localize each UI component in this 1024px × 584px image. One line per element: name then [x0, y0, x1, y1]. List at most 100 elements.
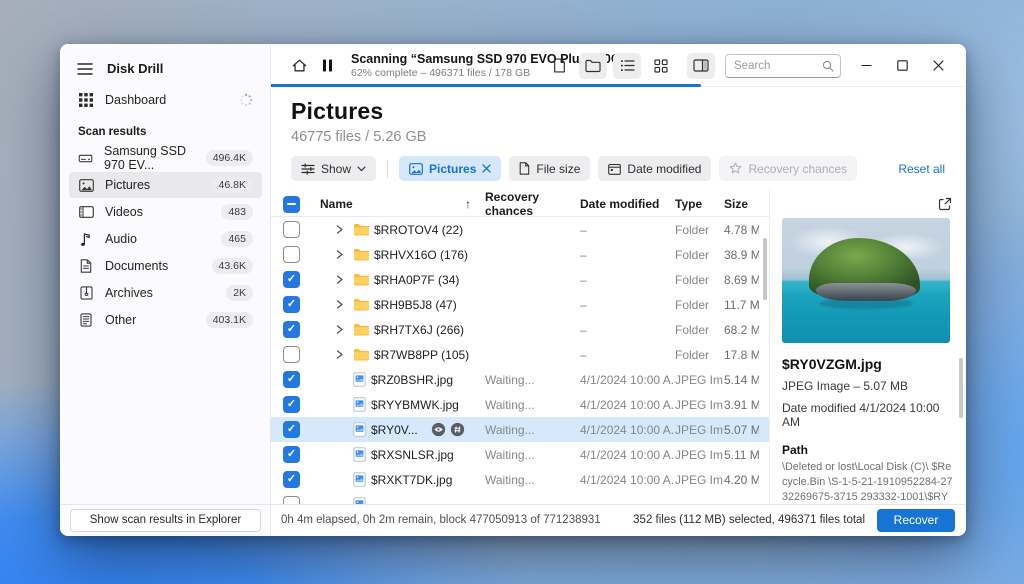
column-header-date[interactable]: Date modified: [580, 197, 675, 211]
sidebar-scan-list: Samsung SSD 970 EV... 496.4K Pictures 46…: [61, 144, 270, 334]
sidebar-item-pictures[interactable]: Pictures 46.8K: [69, 172, 262, 198]
row-checkbox[interactable]: [283, 321, 300, 338]
reset-all-link[interactable]: Reset all: [898, 162, 945, 176]
column-header-type[interactable]: Type: [675, 197, 724, 211]
row-checkbox[interactable]: [283, 421, 300, 438]
filter-chip-pictures[interactable]: Pictures: [399, 156, 502, 181]
grid-view-button[interactable]: [647, 53, 675, 79]
table-row[interactable]: $RY0V... Waiting... 4/1/2024 10:00 A... …: [271, 417, 769, 442]
row-checkbox[interactable]: [283, 296, 300, 313]
row-size: 38.9 MB: [724, 247, 759, 262]
preview-path-value: \Deleted or lost\Local Disk (C)\ $Recycl…: [782, 461, 953, 504]
chevron-right-icon[interactable]: [320, 300, 348, 309]
row-checkbox[interactable]: [283, 246, 300, 263]
chevron-right-icon[interactable]: [320, 325, 348, 334]
image-file-icon: [353, 447, 366, 462]
sidebar-item-samsung-ssd-970-ev[interactable]: Samsung SSD 970 EV... 496.4K: [69, 144, 262, 172]
scan-title-block: Scanning “Samsung SSD 970 EVO Plus 500GB…: [351, 52, 636, 79]
minimize-button[interactable]: [851, 53, 881, 79]
table-row[interactable]: $RROTOV4 (22) – Folder 4.78 MB: [271, 217, 769, 242]
sidebar-item-videos[interactable]: Videos 483: [69, 199, 262, 225]
table-row[interactable]: $RH9B5J8 (47) – Folder 11.7 MB: [271, 292, 769, 317]
preview-image[interactable]: [782, 218, 950, 343]
show-filter-button[interactable]: Show: [291, 156, 377, 181]
row-checkbox[interactable]: [283, 371, 300, 388]
table-row[interactable]: $RZ0BSHR.jpg Waiting... 4/1/2024 10:00 A…: [271, 367, 769, 392]
content-body: Name ↑ Recovery chances Date modified Ty…: [271, 190, 965, 504]
row-date-modified: –: [580, 322, 587, 337]
preview-reflection-graphic: [818, 298, 914, 310]
filter-chip-recovery-chances: Recovery chances: [719, 156, 858, 181]
row-size: 3.91 MB: [724, 397, 759, 412]
chevron-right-icon[interactable]: [320, 275, 348, 284]
table-row[interactable]: [271, 492, 769, 504]
row-date-modified: –: [580, 222, 587, 237]
sidebar-item-audio[interactable]: Audio 465: [69, 226, 262, 252]
table-row[interactable]: $RHA0P7F (34) – Folder 8.69 MB: [271, 267, 769, 292]
sidebar-item-archives[interactable]: Archives 2K: [69, 280, 262, 306]
recover-button[interactable]: Recover: [877, 508, 955, 532]
row-name: $RYYBMWK.jpg: [371, 397, 459, 412]
sidebar-item-dashboard[interactable]: Dashboard: [69, 87, 262, 113]
table-row[interactable]: $RXKT7DK.jpg Waiting... 4/1/2024 10:00 A…: [271, 467, 769, 492]
sidebar-item-documents[interactable]: Documents 43.6K: [69, 253, 262, 279]
page-title: Pictures: [291, 98, 384, 124]
sidebar-item-other[interactable]: Other 403.1K: [69, 307, 262, 333]
chevron-right-icon[interactable]: [320, 250, 348, 259]
sidebar-item-label: Samsung SSD 970 EV...: [104, 144, 186, 172]
row-size: 5.11 MB: [724, 447, 759, 462]
column-header-size[interactable]: Size: [724, 197, 759, 211]
select-all-checkbox[interactable]: [283, 195, 300, 213]
close-button[interactable]: [923, 53, 953, 79]
search-box[interactable]: [725, 53, 841, 78]
table-header-row: Name ↑ Recovery chances Date modified Ty…: [271, 190, 769, 218]
list-view-button[interactable]: [613, 52, 641, 79]
image-file-icon: [353, 472, 366, 487]
filter-chip-date-modified[interactable]: Date modified: [598, 156, 712, 181]
row-recovery-chances: Waiting...: [485, 422, 535, 437]
show-in-explorer-button[interactable]: Show scan results in Explorer: [70, 508, 261, 532]
sort-ascending-icon: ↑: [465, 197, 471, 211]
hamburger-menu-icon[interactable]: [77, 62, 93, 76]
table-row[interactable]: $RH7TX6J (266) – Folder 68.2 MB: [271, 317, 769, 342]
column-header-recovery[interactable]: Recovery chances: [485, 190, 580, 218]
sidebar-item-count: 46.8K: [211, 177, 253, 193]
row-checkbox[interactable]: [283, 396, 300, 413]
table-row[interactable]: $RXSNLSR.jpg Waiting... 4/1/2024 10:00 A…: [271, 442, 769, 467]
search-input[interactable]: [734, 59, 822, 72]
sidebar-item-count: 2K: [226, 285, 253, 301]
sidebar-item-label: Videos: [105, 205, 143, 219]
sidebar: Disk Drill Dashboard Scan results Samsun…: [61, 45, 271, 535]
pause-scan-button[interactable]: [313, 53, 341, 79]
row-checkbox[interactable]: [283, 496, 300, 504]
sidebar-item-label: Archives: [105, 286, 153, 300]
filter-chip-file-size[interactable]: File size: [509, 156, 591, 181]
row-checkbox[interactable]: [283, 471, 300, 488]
column-header-name[interactable]: Name ↑: [320, 197, 485, 211]
sidebar-item-count: 465: [221, 231, 253, 247]
preview-panel: $RY0VZGM.jpg JPEG Image – 5.07 MB Date m…: [769, 190, 965, 504]
folder-view-button[interactable]: [579, 52, 607, 79]
preview-scrollbar[interactable]: [959, 358, 963, 418]
sidebar-header: Disk Drill: [61, 45, 270, 86]
table-scrollbar[interactable]: [763, 238, 767, 300]
close-icon[interactable]: [482, 164, 492, 173]
file-icon[interactable]: [545, 53, 573, 79]
app-title: Disk Drill: [107, 61, 164, 76]
home-button[interactable]: [285, 53, 313, 79]
panel-view-button[interactable]: [687, 52, 715, 79]
row-name: $RH7TX6J (266): [374, 322, 465, 337]
table-row[interactable]: $RHVX16O (176) – Folder 38.9 MB: [271, 242, 769, 267]
row-checkbox[interactable]: [283, 271, 300, 288]
table-row[interactable]: $R7WB8PP (105) – Folder 17.8 MB: [271, 342, 769, 367]
image-file-icon: [353, 497, 366, 504]
table-row[interactable]: $RYYBMWK.jpg Waiting... 4/1/2024 10:00 A…: [271, 392, 769, 417]
row-checkbox[interactable]: [283, 221, 300, 238]
chevron-right-icon[interactable]: [320, 225, 348, 234]
row-checkbox[interactable]: [283, 346, 300, 363]
chevron-right-icon[interactable]: [320, 350, 348, 359]
preview-meta: JPEG Image – 5.07 MB: [782, 379, 909, 393]
row-checkbox[interactable]: [283, 446, 300, 463]
maximize-button[interactable]: [887, 53, 917, 79]
open-external-icon[interactable]: [937, 196, 953, 218]
